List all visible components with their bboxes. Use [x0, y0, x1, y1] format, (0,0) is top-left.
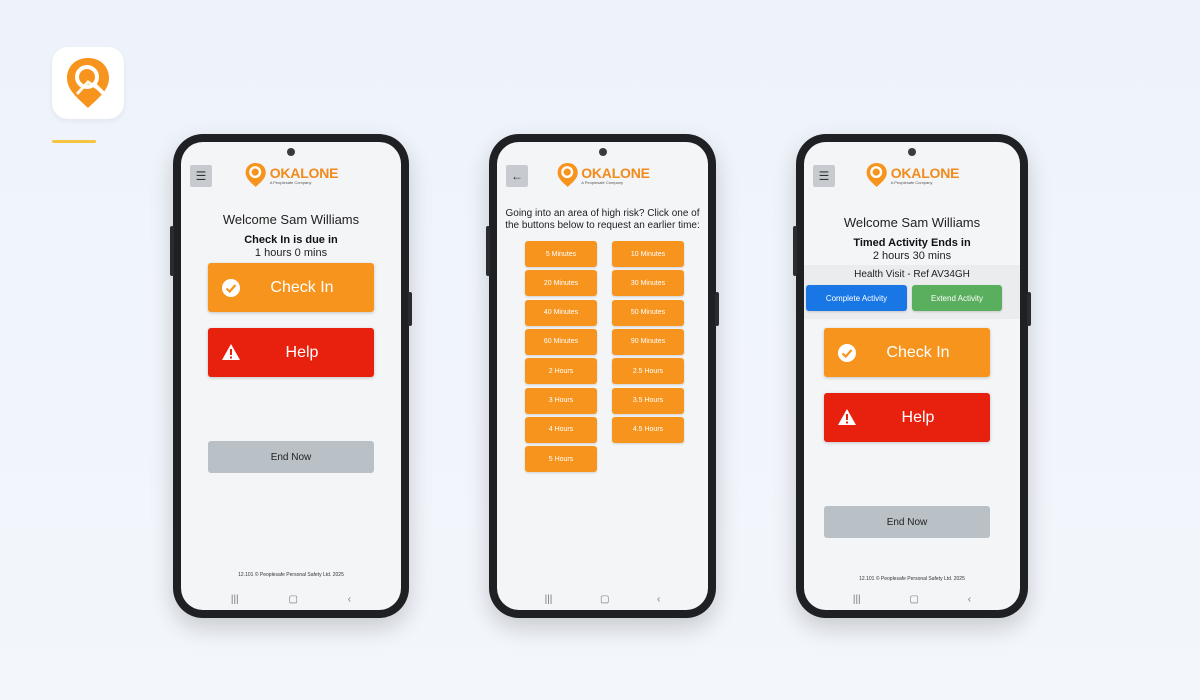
status-title: Check In is due in	[244, 234, 338, 246]
okalone-logo: OKALONE A Peoplesafe Company	[244, 162, 339, 188]
okalone-pin-icon	[557, 163, 578, 187]
check-in-button[interactable]: Check In	[824, 328, 990, 377]
time-option-button[interactable]: 2 Hours	[525, 358, 597, 385]
recents-icon[interactable]: |||	[231, 594, 239, 605]
logo-tagline: A Peoplesafe Company	[581, 179, 623, 185]
back-button[interactable]: ←	[506, 165, 528, 187]
time-option-button[interactable]: 30 Minutes	[612, 270, 684, 297]
android-navbar: ||| ▢ ‹	[804, 588, 1020, 610]
status-value: 2 hours 30 mins	[872, 250, 952, 262]
hamburger-menu-icon: ☰	[818, 169, 830, 183]
home-icon[interactable]: ▢	[288, 594, 297, 605]
warning-triangle-icon	[838, 409, 856, 425]
okalone-pin-icon	[67, 58, 109, 108]
menu-button[interactable]: ☰	[190, 165, 212, 187]
help-button[interactable]: Help	[208, 328, 374, 377]
end-now-button[interactable]: End Now	[208, 441, 374, 473]
logo-tagline: A Peoplesafe Company	[890, 179, 933, 185]
check-in-button[interactable]: Check In	[208, 263, 374, 312]
home-icon[interactable]: ▢	[600, 594, 609, 605]
status-value: 1 hours 0 mins	[254, 247, 328, 259]
footer-copyright: 12.101 © Peoplesafe Personal Safety Ltd.…	[859, 576, 965, 582]
hamburger-menu-icon: ☰	[195, 169, 207, 183]
back-nav-icon[interactable]: ‹	[348, 594, 351, 605]
front-camera	[908, 148, 916, 156]
time-option-button[interactable]: 20 Minutes	[525, 270, 597, 297]
app-logo-badge	[52, 47, 124, 119]
time-option-button[interactable]: 10 Minutes	[612, 241, 684, 267]
time-option-button[interactable]: 5 Minutes	[525, 241, 597, 267]
high-risk-prompt: Going into an area of high risk? Click o…	[505, 208, 700, 231]
menu-button[interactable]: ☰	[813, 165, 835, 187]
home-icon[interactable]: ▢	[909, 594, 918, 605]
android-navbar: ||| ▢ ‹	[497, 588, 708, 610]
screen-checkin: ☰ OKALONE A Peoplesafe Company Welcome S…	[181, 142, 401, 610]
complete-activity-button[interactable]: Complete Activity	[806, 285, 907, 311]
screen-earlier-time: ← OKALONE A Peoplesafe Company Going int…	[497, 142, 708, 610]
logo-tagline: A Peoplesafe Company	[269, 179, 312, 185]
okalone-pin-icon	[245, 163, 266, 187]
check-circle-icon	[222, 279, 240, 297]
time-option-button[interactable]: 3.5 Hours	[612, 387, 684, 414]
time-option-button[interactable]: 40 Minutes	[525, 299, 597, 326]
help-button[interactable]: Help	[824, 393, 990, 442]
visit-label: Health Visit - Ref AV34GH	[854, 269, 970, 280]
time-option-button[interactable]: 4 Hours	[525, 416, 597, 443]
okalone-pin-icon	[866, 163, 887, 187]
recents-icon[interactable]: |||	[853, 594, 861, 605]
end-now-button[interactable]: End Now	[824, 506, 990, 538]
time-option-button[interactable]: 90 Minutes	[612, 328, 684, 355]
time-option-button[interactable]: 5 Hours	[525, 446, 597, 473]
phone-timed-activity: ☰ OKALONE A Peoplesafe Company Welcome S…	[793, 134, 1031, 618]
back-nav-icon[interactable]: ‹	[657, 594, 660, 605]
badge-underline	[52, 140, 96, 143]
arrow-left-icon: ←	[511, 169, 523, 183]
okalone-logo: OKALONE A Peoplesafe Company	[555, 162, 650, 188]
recents-icon[interactable]: |||	[545, 594, 553, 605]
footer-copyright: 12.101 © Peoplesafe Personal Safety Ltd.…	[238, 572, 344, 578]
welcome-text: Welcome Sam Williams	[222, 212, 360, 227]
time-option-button[interactable]: 60 Minutes	[525, 328, 597, 355]
android-navbar: ||| ▢ ‹	[181, 588, 401, 610]
time-option-button[interactable]: 4.5 Hours	[612, 416, 684, 443]
phone-earlier-time: ← OKALONE A Peoplesafe Company Going int…	[486, 134, 719, 618]
phone-checkin: ☰ OKALONE A Peoplesafe Company Welcome S…	[170, 134, 412, 618]
time-option-button[interactable]: 50 Minutes	[612, 299, 684, 326]
warning-triangle-icon	[222, 344, 240, 360]
extend-activity-button[interactable]: Extend Activity	[912, 285, 1002, 311]
screen-timed-activity: ☰ OKALONE A Peoplesafe Company Welcome S…	[804, 142, 1020, 610]
okalone-logo: OKALONE A Peoplesafe Company	[865, 162, 960, 188]
back-nav-icon[interactable]: ‹	[968, 594, 971, 605]
check-circle-icon	[838, 344, 856, 362]
time-option-button[interactable]: 3 Hours	[525, 387, 597, 414]
status-title: Timed Activity Ends in	[853, 237, 971, 249]
time-option-button[interactable]: 2.5 Hours	[612, 358, 684, 385]
front-camera	[287, 148, 295, 156]
front-camera	[598, 148, 607, 156]
welcome-text: Welcome Sam Williams	[843, 215, 981, 230]
